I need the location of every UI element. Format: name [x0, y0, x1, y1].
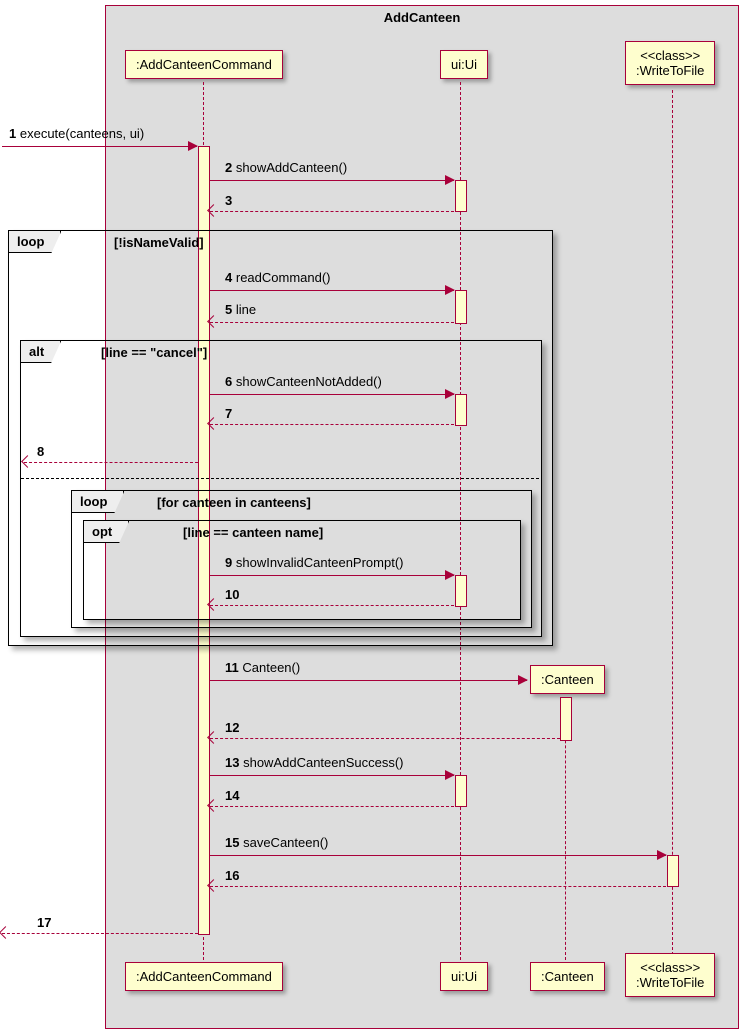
- msg-13-label: 13 showAddCanteenSuccess(): [225, 755, 404, 770]
- msg-5-label: 5 line: [225, 302, 256, 317]
- activation-ui-13: [455, 775, 467, 807]
- msg-12-line: [210, 738, 560, 739]
- msg-17-line: [2, 933, 198, 934]
- msg-2-line: [209, 180, 454, 181]
- msg-16-line: [210, 886, 666, 887]
- participant-ui-top: ui:Ui: [440, 50, 488, 79]
- msg-8-line: [24, 462, 198, 463]
- msg-17-label: 17: [37, 915, 51, 930]
- activation-ui-2: [455, 180, 467, 212]
- participant-writetofile-top: <<class>> :WriteToFile: [625, 41, 715, 85]
- msg-13-line: [209, 775, 454, 776]
- participant-writetofile-bot: <<class>> :WriteToFile: [625, 953, 715, 997]
- msg-16-label: 16: [225, 868, 239, 883]
- msg-10-label: 10: [225, 587, 239, 602]
- msg-9-line: [209, 575, 454, 576]
- msg-6-line: [209, 394, 454, 395]
- msg-11-label: 11 Canteen(): [225, 660, 300, 675]
- msg-15-line: [209, 855, 666, 856]
- loop-guard: [!isNameValid]: [114, 235, 204, 250]
- msg-4-label: 4 readCommand(): [225, 270, 331, 285]
- msg-1-label: 1 execute(canteens, ui): [9, 126, 144, 141]
- class-name: :WriteToFile: [636, 975, 704, 990]
- msg-15-label: 15 saveCanteen(): [225, 835, 328, 850]
- lifeline-writetofile: [672, 90, 673, 960]
- stereotype-label: <<class>>: [640, 960, 700, 975]
- activation-ui-6: [455, 394, 467, 426]
- loop2-label: loop: [72, 491, 124, 513]
- alt-guard: [line == "cancel"]: [101, 345, 207, 360]
- msg-7-line: [210, 424, 454, 425]
- msg-5-line: [210, 322, 454, 323]
- frame-title: AddCanteen: [384, 10, 461, 25]
- participant-canteen-created: :Canteen: [530, 665, 605, 694]
- msg-14-line: [210, 806, 454, 807]
- msg-12-label: 12: [225, 720, 239, 735]
- opt-label: opt: [84, 521, 129, 543]
- msg-14-label: 14: [225, 788, 239, 803]
- loop2-guard: [for canteen in canteens]: [157, 495, 311, 510]
- opt-guard: [line == canteen name]: [183, 525, 323, 540]
- msg-11-line: [209, 680, 527, 681]
- msg-9-label: 9 showInvalidCanteenPrompt(): [225, 555, 404, 570]
- alt-label: alt: [21, 341, 61, 363]
- activation-writetofile: [667, 855, 679, 887]
- alt-divider: [21, 478, 539, 479]
- participant-addcanteencommand-bot: :AddCanteenCommand: [125, 962, 283, 991]
- msg-8-label: 8: [37, 444, 44, 459]
- activation-ui-4: [455, 290, 467, 324]
- msg-2-label: 2 showAddCanteen(): [225, 160, 347, 175]
- msg-4-line: [209, 290, 454, 291]
- participant-addcanteencommand-top: :AddCanteenCommand: [125, 50, 283, 79]
- stereotype-label: <<class>>: [640, 48, 700, 63]
- msg-3-label: 3: [225, 193, 232, 208]
- participant-ui-bot: ui:Ui: [440, 962, 488, 991]
- participant-canteen-bot: :Canteen: [530, 962, 605, 991]
- loop-label: loop: [9, 231, 61, 253]
- msg-3-line: [210, 211, 454, 212]
- activation-ui-9: [455, 575, 467, 607]
- msg-6-label: 6 showCanteenNotAdded(): [225, 374, 382, 389]
- msg-1-line: [2, 146, 197, 147]
- activation-canteen: [560, 697, 572, 741]
- msg-7-label: 7: [225, 406, 232, 421]
- class-name: :WriteToFile: [636, 63, 704, 78]
- msg-10-line: [210, 605, 454, 606]
